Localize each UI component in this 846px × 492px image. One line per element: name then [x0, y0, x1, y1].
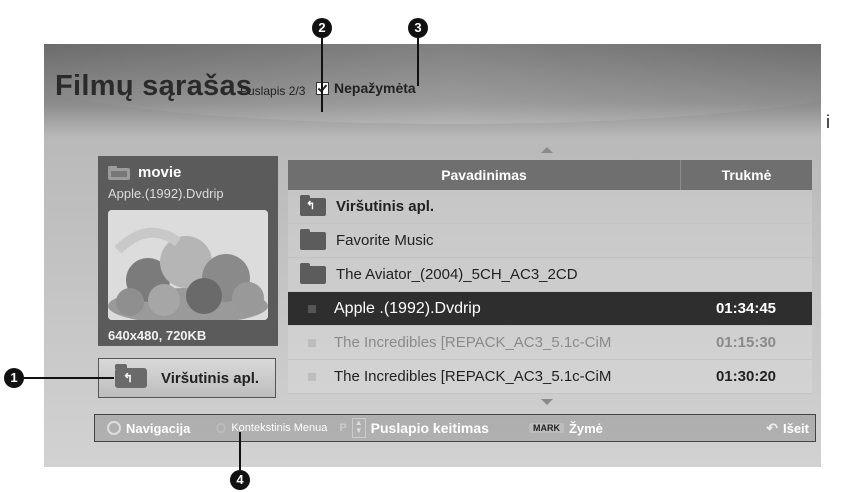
- callout-1: 1: [4, 368, 24, 388]
- row-name: The Incredibles [REPACK_AC3_5.1c-CiM: [334, 368, 612, 385]
- row-name: Apple .(1992).Dvdrip: [334, 299, 481, 317]
- file-table: Pavadinimas Trukmė ↰ Viršutinis apl. Favo…: [288, 160, 812, 394]
- mark-hint[interactable]: MARK Žymė: [528, 420, 603, 436]
- page-key-icon: P: [339, 422, 347, 434]
- context-menu-hint[interactable]: Kontekstinis Menua: [216, 422, 327, 434]
- preview-panel: movie Apple.(1992).Dvdrip 640x480, 720KB: [98, 156, 278, 346]
- preview-folder-label: movie: [138, 164, 182, 181]
- table-row[interactable]: The Aviator_(2004)_5CH_AC3_2CD: [288, 258, 812, 292]
- folder-icon: [300, 262, 326, 284]
- folder-up-icon: ↰: [300, 194, 326, 216]
- callout-4-line: [239, 432, 241, 470]
- preview-resolution: 640x480, 720KB: [108, 328, 207, 343]
- file-icon: [308, 304, 316, 313]
- table-row[interactable]: Favorite Music: [288, 224, 812, 258]
- table-row[interactable]: ↰ Viršutinis apl.: [288, 190, 812, 224]
- navigation-hint[interactable]: Navigacija: [107, 421, 190, 436]
- parent-folder-button-label: Viršutinis apl.: [161, 369, 260, 387]
- table-row-selected[interactable]: Apple .(1992).Dvdrip 01:34:45: [288, 292, 812, 326]
- column-name-header: Pavadinimas: [441, 167, 527, 183]
- folder-icon: [300, 228, 326, 250]
- callout-3-line: [417, 38, 419, 86]
- callout-2-line: [321, 38, 323, 112]
- edge-text: i: [826, 112, 830, 132]
- row-duration: 01:30:20: [715, 368, 777, 385]
- context-menu-label: Kontekstinis Menua: [231, 422, 328, 434]
- row-name: Favorite Music: [336, 232, 434, 249]
- column-duration-header: Trukmė: [680, 160, 812, 190]
- page-change-label: Puslapio keitimas: [370, 420, 489, 436]
- unmarked-checkbox[interactable]: Nepažymėta: [316, 80, 416, 96]
- table-header: Pavadinimas Trukmė: [288, 160, 812, 190]
- back-arrow-icon: ↶: [766, 419, 778, 436]
- bottom-help-bar: Navigacija Kontekstinis Menua P ▲ ▼ Pusla…: [94, 414, 816, 442]
- exit-hint[interactable]: ↶ Išeit: [766, 420, 809, 437]
- checkbox-label: Nepažymėta: [334, 80, 416, 96]
- callout-4: 4: [230, 470, 250, 490]
- page-change-hint[interactable]: P ▲ ▼ Puslapio keitimas: [339, 418, 489, 438]
- preview-thumbnail: [108, 210, 268, 320]
- table-row[interactable]: The Incredibles [REPACK_AC3_5.1c-CiM 01:…: [288, 360, 812, 394]
- parent-folder-button[interactable]: ↰ Viršutinis apl.: [98, 358, 276, 398]
- scroll-down-arrow-icon[interactable]: [541, 399, 553, 405]
- callout-2: 2: [312, 18, 332, 38]
- movie-folder-icon: [108, 165, 130, 180]
- mark-key-icon: MARK: [528, 423, 564, 433]
- fruit-image: [108, 210, 268, 320]
- scroll-up-arrow-icon[interactable]: [541, 147, 553, 153]
- row-name: Viršutinis apl.: [336, 198, 435, 215]
- callout-3: 3: [408, 18, 428, 38]
- exit-label: Išeit: [782, 420, 809, 436]
- page-title: Filmų sąrašas: [55, 70, 253, 102]
- preview-header: movie: [108, 164, 181, 181]
- row-duration: 01:15:30: [715, 334, 777, 351]
- table-row[interactable]: The Incredibles [REPACK_AC3_5.1c-CiM 01:…: [288, 326, 812, 360]
- page-indicator: Puslapis 2/3: [240, 84, 306, 98]
- preview-file-name: Apple.(1992).Dvdrip: [108, 186, 224, 201]
- file-icon: [308, 338, 316, 347]
- mark-label: Žymė: [568, 420, 603, 436]
- file-icon: [308, 372, 316, 381]
- row-duration: 01:34:45: [715, 300, 777, 317]
- ok-button-icon: [216, 423, 227, 433]
- folder-up-icon: ↰: [115, 364, 147, 388]
- callout-1-line: [24, 377, 114, 379]
- row-name: The Incredibles [REPACK_AC3_5.1c-CiM: [334, 334, 612, 351]
- navigation-icon: [107, 421, 121, 435]
- row-name: The Aviator_(2004)_5CH_AC3_2CD: [336, 266, 578, 283]
- navigation-label: Navigacija: [126, 420, 191, 436]
- page-updown-icon: ▲ ▼: [351, 418, 366, 438]
